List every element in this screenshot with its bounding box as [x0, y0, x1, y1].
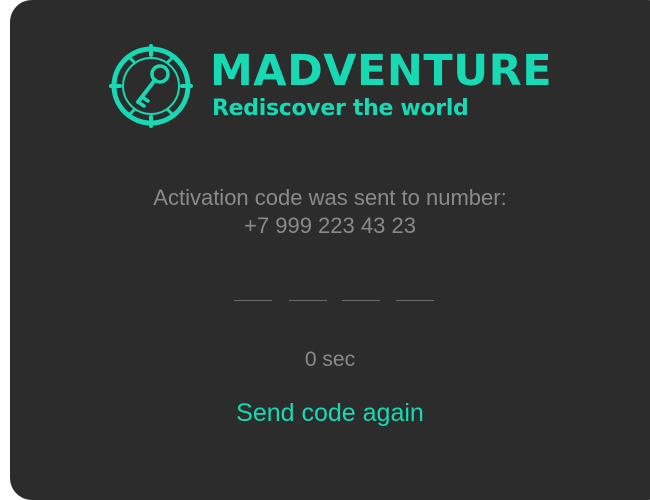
- compass-key-icon: [109, 44, 193, 128]
- activation-message: Activation code was sent to number:: [153, 185, 507, 210]
- activation-code-input: [234, 290, 444, 306]
- phone-number: +7 999 223 43 23: [244, 213, 416, 238]
- send-code-again-link[interactable]: Send code again: [10, 398, 650, 428]
- code-digit-3[interactable]: [342, 300, 380, 301]
- brand-name: MADVENTURE: [210, 46, 553, 96]
- brand-logo: MADVENTURE Rediscover the world: [108, 40, 568, 135]
- code-digit-1[interactable]: [234, 300, 272, 301]
- code-digit-2[interactable]: [289, 300, 327, 301]
- code-digit-4[interactable]: [396, 300, 434, 301]
- resend-timer: 0 sec: [304, 348, 356, 371]
- brand-tagline: Rediscover the world: [212, 96, 469, 121]
